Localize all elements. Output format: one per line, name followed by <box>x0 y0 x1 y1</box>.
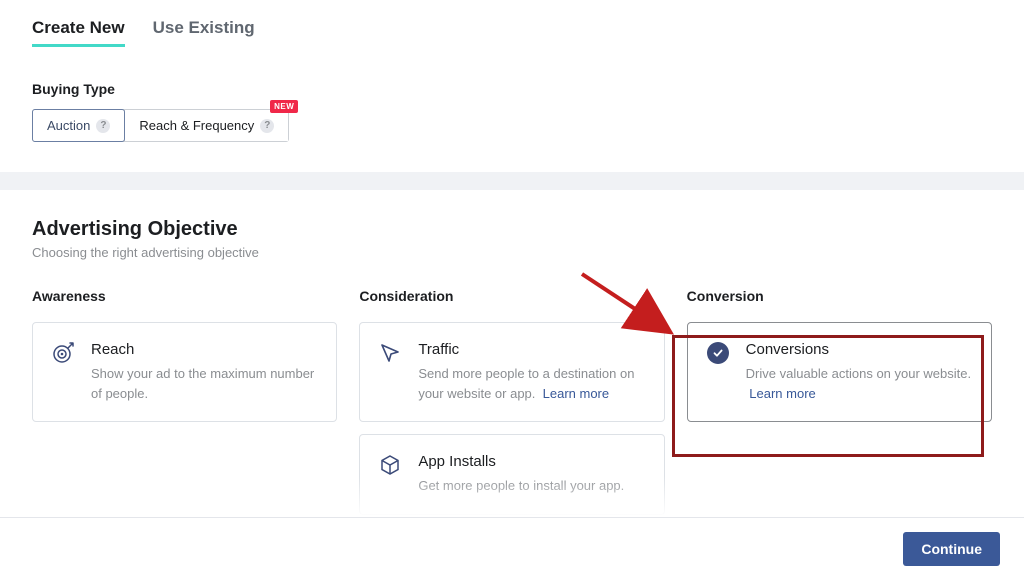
learn-more-link[interactable]: Learn more <box>749 386 815 401</box>
new-badge: NEW <box>270 100 298 113</box>
cursor-icon <box>378 341 402 365</box>
buying-option-auction[interactable]: Auction ? <box>32 109 125 142</box>
buying-option-reach-frequency[interactable]: Reach & Frequency ? NEW <box>124 110 288 141</box>
help-icon[interactable]: ? <box>96 119 110 133</box>
learn-more-link[interactable]: Learn more <box>543 386 609 401</box>
column-title-consideration: Consideration <box>359 288 664 304</box>
continue-button[interactable]: Continue <box>903 532 1000 566</box>
card-desc: Drive valuable actions on your website. … <box>746 364 973 403</box>
mode-tabs: Create New Use Existing <box>32 18 992 47</box>
target-icon <box>51 341 75 365</box>
card-body: Traffic Send more people to a destinatio… <box>418 341 645 403</box>
card-traffic[interactable]: Traffic Send more people to a destinatio… <box>359 322 664 422</box>
card-title: Conversions <box>746 341 973 358</box>
card-title: Reach <box>91 341 318 358</box>
card-desc: Get more people to install your app. <box>418 476 645 496</box>
buying-option-auction-label: Auction <box>47 118 90 133</box>
top-section: Create New Use Existing Buying Type Auct… <box>0 0 1024 172</box>
card-desc-text: Drive valuable actions on your website. <box>746 366 971 381</box>
card-body: App Installs Get more people to install … <box>418 453 645 496</box>
objective-subtitle: Choosing the right advertising objective <box>32 245 992 260</box>
tab-use-existing[interactable]: Use Existing <box>153 18 255 47</box>
footer-bar: Continue <box>0 517 1024 579</box>
card-conversions[interactable]: Conversions Drive valuable actions on yo… <box>687 322 992 422</box>
column-title-conversion: Conversion <box>687 288 992 304</box>
cube-icon <box>378 453 402 477</box>
buying-option-reach-frequency-label: Reach & Frequency <box>139 118 254 133</box>
buying-type-label: Buying Type <box>32 81 992 97</box>
card-desc: Show your ad to the maximum number of pe… <box>91 364 318 403</box>
check-circle-icon <box>706 341 730 365</box>
objective-title: Advertising Objective <box>32 218 992 241</box>
card-reach[interactable]: Reach Show your ad to the maximum number… <box>32 322 337 422</box>
column-consideration: Consideration Traffic Send more people t… <box>359 288 664 527</box>
card-desc: Send more people to a destination on you… <box>418 364 645 403</box>
column-title-awareness: Awareness <box>32 288 337 304</box>
card-title: App Installs <box>418 453 645 470</box>
tab-create-new[interactable]: Create New <box>32 18 125 47</box>
card-body: Reach Show your ad to the maximum number… <box>91 341 318 403</box>
buying-type-segmented: Auction ? Reach & Frequency ? NEW <box>32 109 289 142</box>
objective-columns: Awareness Reach Show your ad to the maxi… <box>32 288 992 527</box>
card-body: Conversions Drive valuable actions on yo… <box>746 341 973 403</box>
column-conversion: Conversion Conversions Drive valuable ac… <box>687 288 992 527</box>
section-divider <box>0 172 1024 190</box>
help-icon[interactable]: ? <box>260 119 274 133</box>
column-awareness: Awareness Reach Show your ad to the maxi… <box>32 288 337 527</box>
objective-section: Advertising Objective Choosing the right… <box>0 190 1024 527</box>
card-title: Traffic <box>418 341 645 358</box>
card-app-installs[interactable]: App Installs Get more people to install … <box>359 434 664 515</box>
